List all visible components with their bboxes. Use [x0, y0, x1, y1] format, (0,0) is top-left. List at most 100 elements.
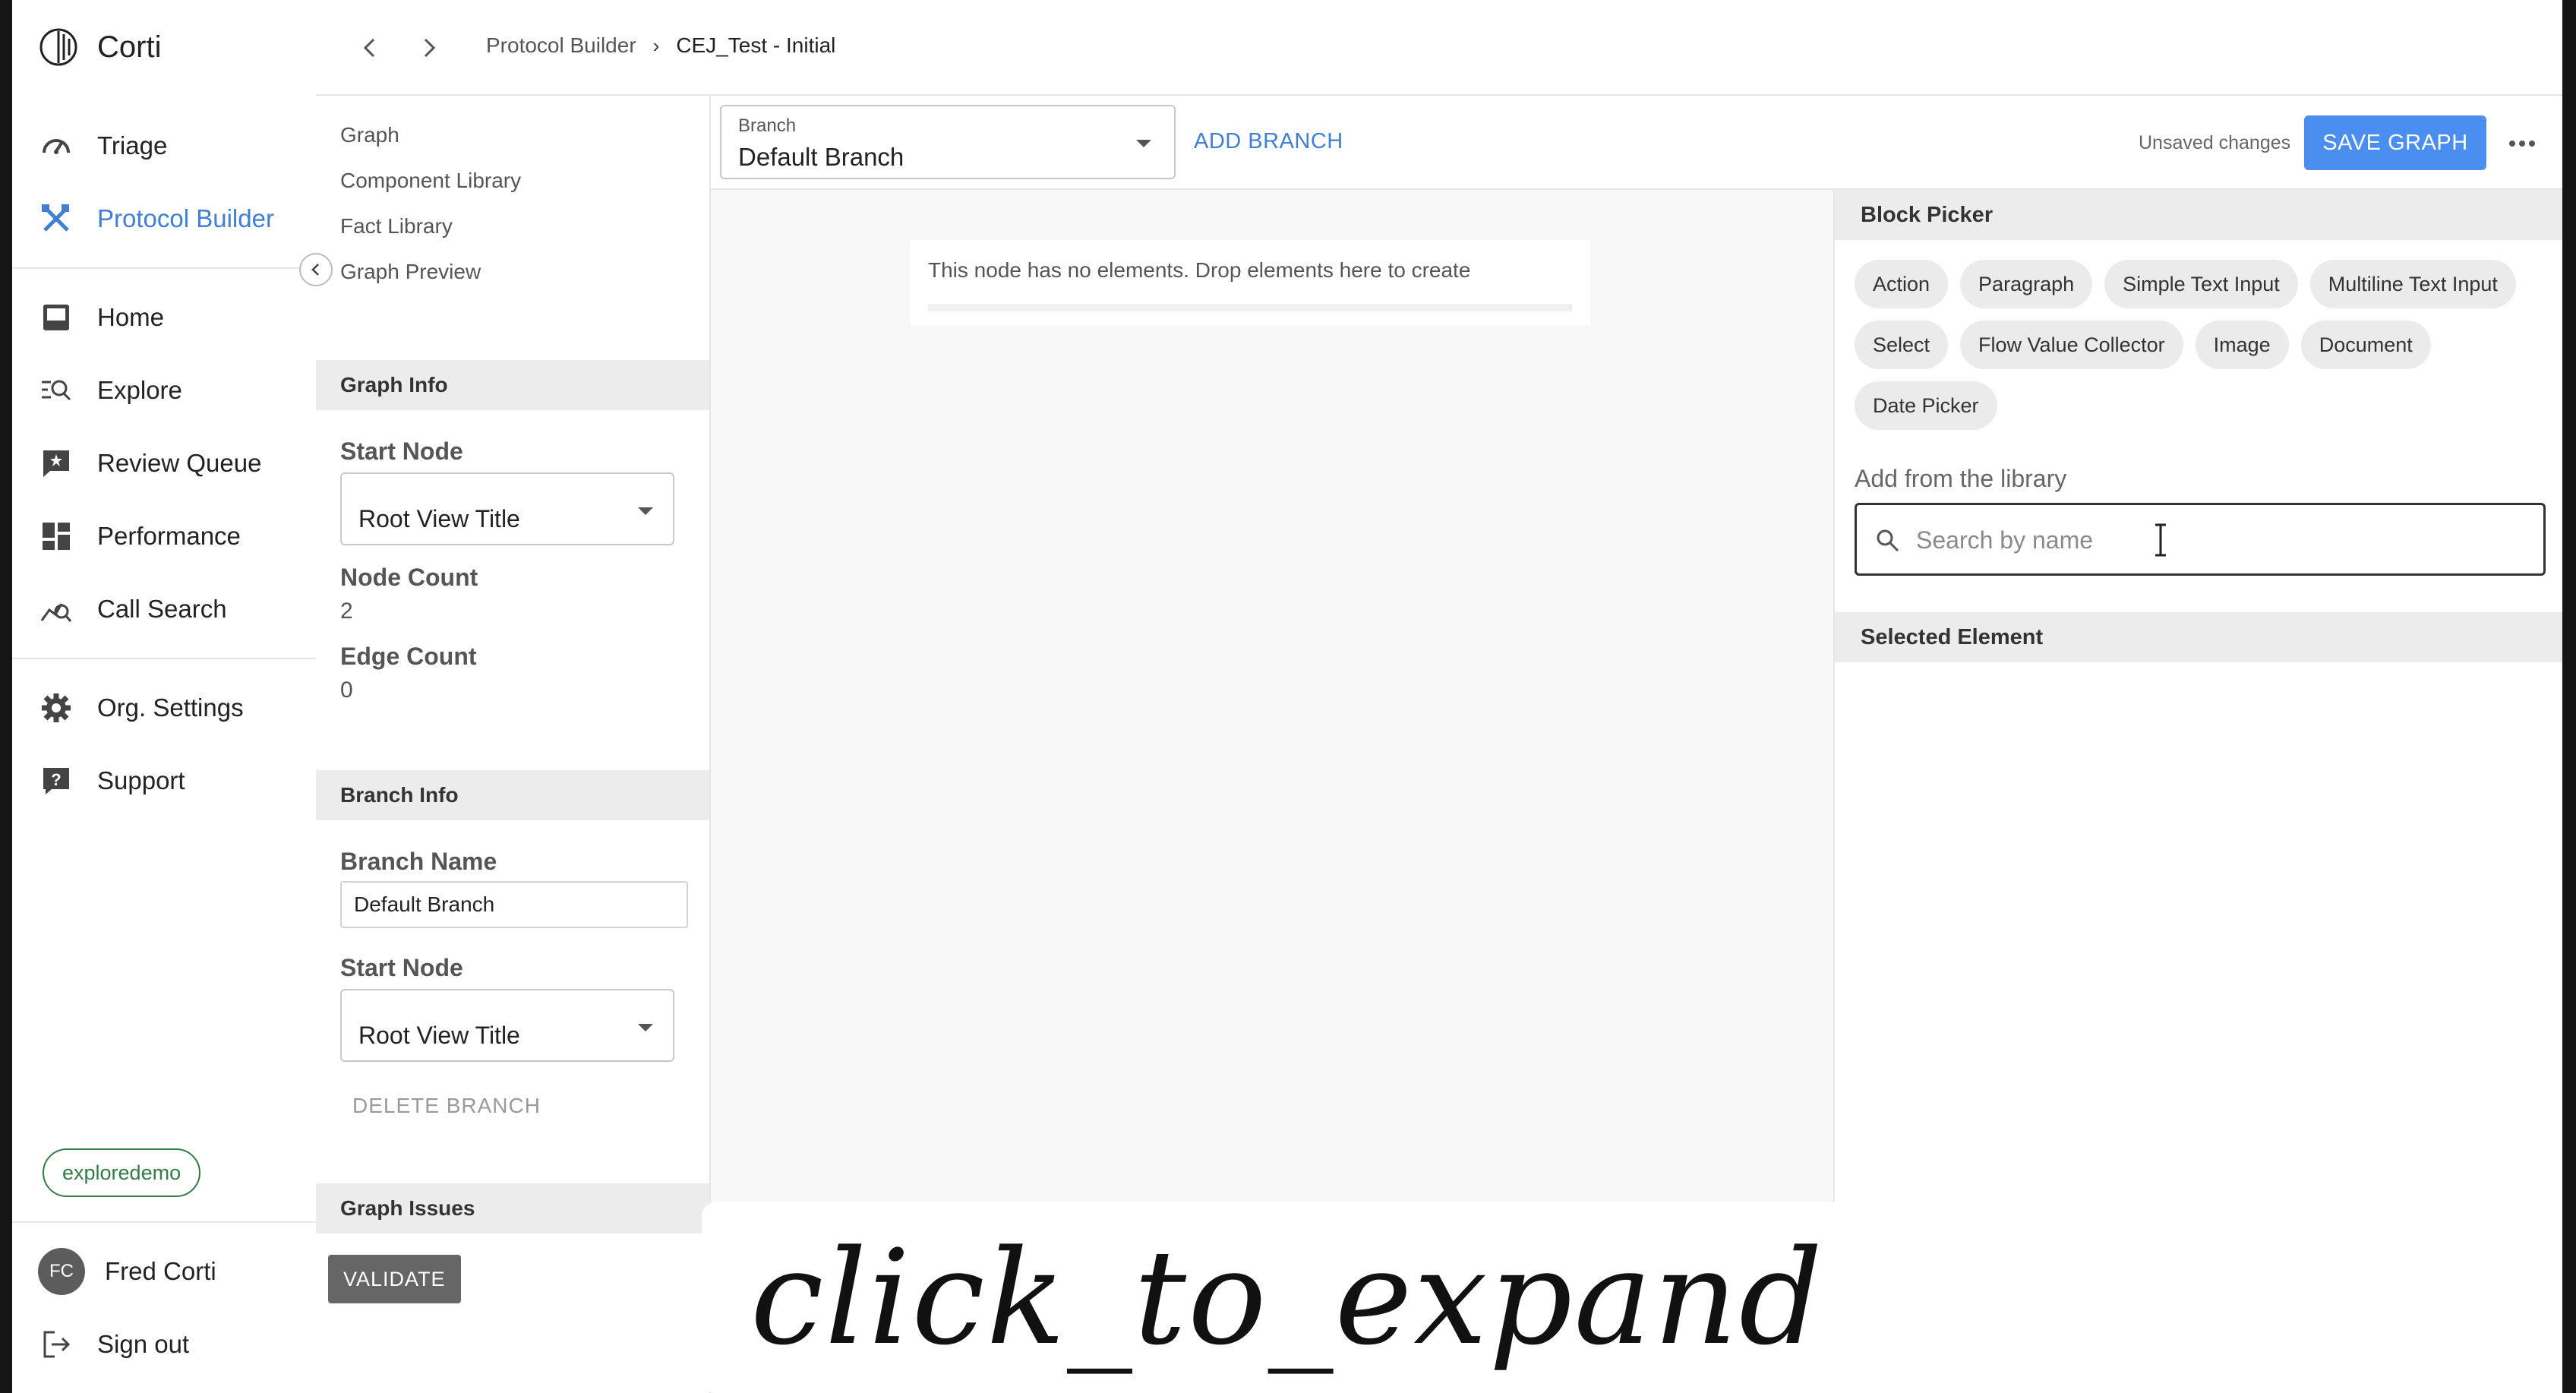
sidebar-item-label: Org. Settings: [97, 693, 244, 722]
graph-side-panel: Graph Component Library Fact Library Gra…: [316, 96, 711, 1393]
block-chip-paragraph[interactable]: Paragraph: [1960, 260, 2093, 308]
sidebar-item-home[interactable]: Home: [38, 295, 164, 340]
svg-text:?: ?: [51, 770, 61, 789]
sidebar-item-call-search[interactable]: Call Search: [38, 586, 227, 632]
sidebar-item-label: Home: [97, 303, 165, 331]
gauge-icon: [38, 128, 74, 164]
edge-count-value: 0: [340, 678, 353, 703]
block-chip-flow-value-collector[interactable]: Flow Value Collector: [1960, 321, 2183, 369]
select-value: Root View Title: [358, 1022, 520, 1049]
save-graph-button[interactable]: SAVE GRAPH: [2304, 115, 2486, 170]
expand-caption-text: click_to_expand: [750, 1221, 1824, 1374]
block-chip-action[interactable]: Action: [1855, 260, 1949, 308]
sidebar-item-label: Review Queue: [97, 449, 262, 477]
chevron-left-icon: [311, 264, 319, 276]
graph-issues-header: Graph Issues: [316, 1183, 709, 1233]
breadcrumb-protocol-builder[interactable]: Protocol Builder: [486, 33, 636, 58]
avatar: FC: [38, 1248, 85, 1295]
top-bar: Protocol Builder › CEJ_Test - Initial: [316, 0, 2562, 96]
branch-select-value: Default Branch: [738, 143, 904, 171]
sidebar-item-org-settings[interactable]: Org. Settings: [38, 685, 244, 731]
user-profile[interactable]: FC Fred Corti: [38, 1248, 216, 1295]
branch-info-header: Branch Info: [316, 770, 709, 820]
collapse-sidebar-button[interactable]: [299, 253, 333, 286]
app-name: Corti: [97, 30, 162, 64]
branch-start-node-label: Start Node: [340, 954, 463, 981]
sidebar-item-label: Performance: [97, 522, 241, 550]
save-status: Unsaved changes: [2139, 132, 2291, 153]
sidebar-item-label: Support: [97, 766, 185, 794]
block-chip-date-picker[interactable]: Date Picker: [1855, 381, 1997, 430]
environment-chip[interactable]: exploredemo: [43, 1148, 201, 1197]
block-chip-select[interactable]: Select: [1855, 321, 1949, 369]
more-options-button[interactable]: [2503, 125, 2541, 163]
review-queue-icon: [38, 445, 74, 482]
graph-node-dropzone[interactable]: This node has no elements. Drop elements…: [910, 240, 1590, 325]
forward-button[interactable]: [410, 29, 448, 67]
sidebar-item-label: Triage: [97, 131, 168, 160]
sidebar-item-label: Protocol Builder: [97, 204, 274, 232]
node-count-label: Node Count: [340, 564, 478, 591]
start-node-label: Start Node: [340, 437, 463, 465]
gear-icon: [38, 690, 74, 726]
node-drop-bar: [928, 304, 1572, 311]
empty-node-message: This node has no elements. Drop elements…: [928, 258, 1471, 282]
edge-count-label: Edge Count: [340, 643, 477, 670]
branch-name-field[interactable]: [340, 881, 688, 928]
brand[interactable]: Corti: [38, 24, 161, 70]
sidebar-divider: [12, 267, 316, 269]
breadcrumb: Protocol Builder › CEJ_Test - Initial: [486, 33, 835, 58]
help-icon: ?: [38, 763, 74, 799]
block-chip-image[interactable]: Image: [2195, 321, 2289, 369]
subnav-graph[interactable]: Graph: [340, 123, 399, 147]
sidebar-item-triage[interactable]: Triage: [38, 123, 167, 169]
sidebar-item-explore[interactable]: Explore: [38, 368, 182, 413]
window-edge: [0, 0, 12, 1393]
block-chip-document[interactable]: Document: [2300, 321, 2431, 369]
block-chip-multiline-text-input[interactable]: Multiline Text Input: [2309, 260, 2516, 308]
more-horizontal-icon: [2509, 141, 2535, 147]
expand-caption[interactable]: click_to_expand: [702, 1202, 1873, 1393]
sidebar-item-review-queue[interactable]: Review Queue: [38, 441, 261, 486]
text-cursor-icon: [2155, 523, 2166, 557]
back-button[interactable]: [351, 29, 389, 67]
main-sidebar: Corti Triage Protocol Builder Home Explo…: [0, 0, 316, 1393]
inbox-icon: [38, 299, 74, 336]
sign-out-label: Sign out: [97, 1330, 190, 1358]
block-chip-simple-text-input[interactable]: Simple Text Input: [2104, 260, 2298, 308]
sidebar-item-support[interactable]: ? Support: [38, 758, 185, 804]
block-picker-header: Block Picker: [1835, 190, 2562, 240]
library-search-input[interactable]: Search by name: [1855, 503, 2546, 576]
branch-name-label: Branch Name: [340, 848, 497, 875]
window-edge: [2562, 0, 2576, 1393]
branch-select[interactable]: Branch Default Branch: [720, 105, 1176, 179]
subnav-component-library[interactable]: Component Library: [340, 169, 521, 193]
corti-logo-icon: [39, 28, 77, 66]
select-value: Root View Title: [358, 505, 520, 532]
search-icon: [1877, 529, 1899, 552]
block-picker-panel: Block Picker Action Paragraph Simple Tex…: [1835, 190, 2562, 1393]
sidebar-divider: [12, 1221, 316, 1223]
call-search-icon: [38, 591, 74, 627]
chevron-left-icon: [363, 38, 375, 58]
graph-info-header: Graph Info: [316, 360, 709, 410]
block-list: Action Paragraph Simple Text Input Multi…: [1855, 260, 2553, 442]
selected-element-header: Selected Element: [1835, 612, 2562, 662]
validate-button[interactable]: VALIDATE: [328, 1255, 461, 1303]
sign-out-button[interactable]: Sign out: [38, 1322, 189, 1367]
node-count-value: 2: [340, 599, 353, 624]
subnav-fact-library[interactable]: Fact Library: [340, 214, 453, 238]
caret-down-icon: [638, 1024, 653, 1031]
branch-start-node-select[interactable]: Root View Title: [340, 989, 674, 1062]
sidebar-item-protocol-builder[interactable]: Protocol Builder: [38, 196, 274, 242]
add-branch-button[interactable]: ADD BRANCH: [1194, 129, 1343, 154]
delete-branch-button[interactable]: DELETE BRANCH: [352, 1094, 541, 1118]
graph-start-node-select[interactable]: Root View Title: [340, 472, 674, 545]
sidebar-divider: [12, 658, 316, 659]
sidebar-item-performance[interactable]: Performance: [38, 513, 241, 559]
graph-toolbar: Branch Default Branch ADD BRANCH Unsaved…: [711, 96, 2562, 190]
subnav-graph-preview[interactable]: Graph Preview: [340, 260, 481, 284]
user-name: Fred Corti: [105, 1257, 216, 1285]
dashboard-icon: [38, 518, 74, 554]
logout-icon: [38, 1326, 74, 1363]
